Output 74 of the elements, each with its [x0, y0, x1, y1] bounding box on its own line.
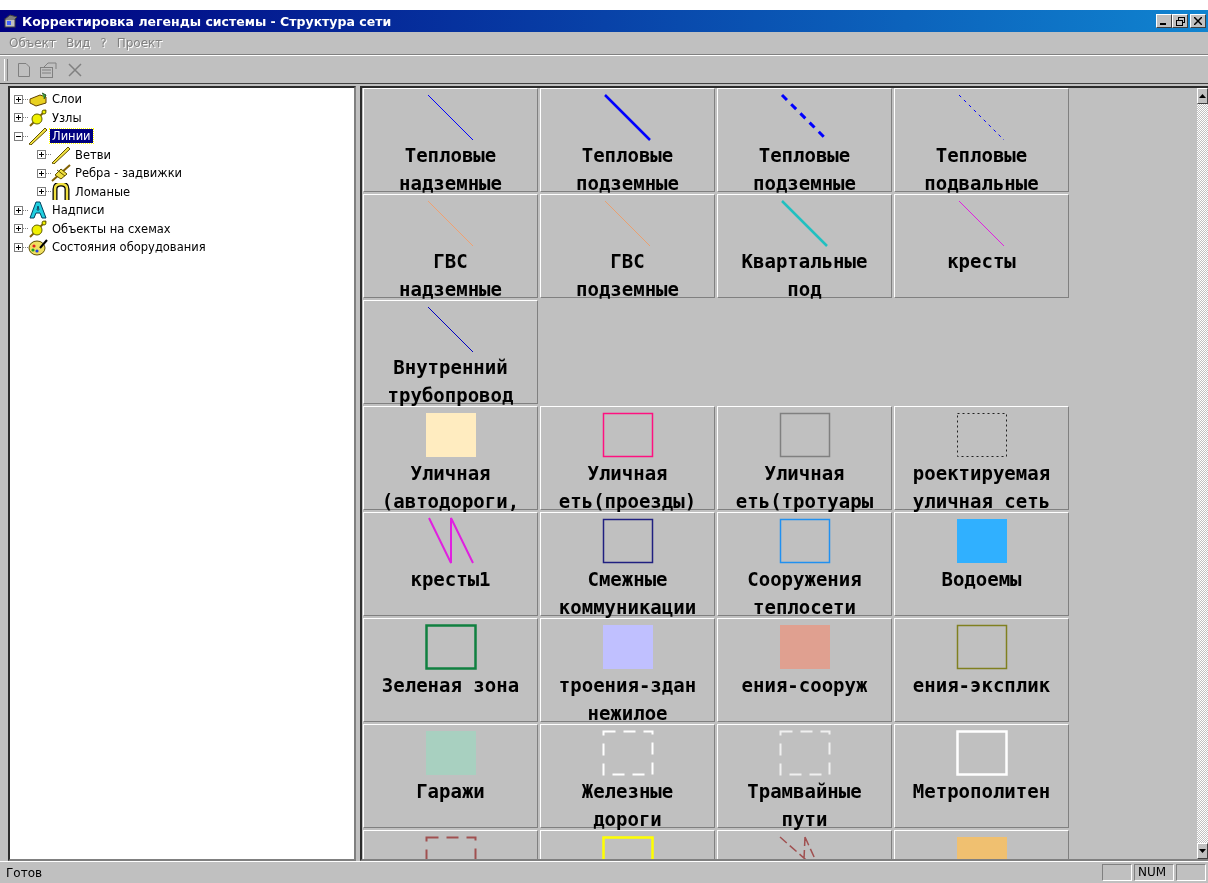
- legend-label: ения-сооруж: [741, 673, 868, 698]
- legend-tile[interactable]: Тепловые надземные: [363, 88, 538, 192]
- status-text: Готов: [6, 865, 44, 880]
- expand-toggle[interactable]: [14, 205, 23, 215]
- expand-toggle[interactable]: [14, 113, 23, 123]
- scroll-down-icon: [1199, 849, 1206, 853]
- close-icon: [1194, 17, 1202, 25]
- legend-tile[interactable]: Внутренний трубопровод: [363, 300, 538, 404]
- legend-label: кресты1: [410, 567, 491, 592]
- legend-tile[interactable]: ения-эксплик: [894, 618, 1069, 722]
- restore-button[interactable]: [1172, 14, 1188, 28]
- status-pane: [1176, 864, 1206, 881]
- pencil-icon: [51, 145, 71, 164]
- legend-tile[interactable]: Квартальные под: [717, 194, 892, 298]
- tree-item[interactable]: Состояния оборудования: [50, 240, 208, 255]
- legend-tile[interactable]: Смежные коммуникации: [540, 512, 715, 616]
- scroll-up-icon: [1199, 94, 1206, 98]
- vertical-scrollbar[interactable]: [1197, 88, 1208, 859]
- tree-item[interactable]: Линии: [50, 129, 93, 144]
- arch-icon: [51, 182, 71, 201]
- window-title: Корректировка легенды системы - Структура сети: [22, 13, 392, 29]
- node-icon: [28, 108, 48, 127]
- legend-tile[interactable]: ГВС подземные: [540, 194, 715, 298]
- expand-toggle[interactable]: [37, 150, 46, 160]
- legend-label: Водоемы: [941, 567, 1022, 592]
- legend-label: Зеленая зона: [381, 673, 520, 698]
- legend-tile[interactable]: Тепловые подземные: [540, 88, 715, 192]
- legend-label: Гаражи: [416, 779, 485, 804]
- tree-item[interactable]: Надписи: [50, 203, 107, 218]
- tree-item[interactable]: Слои: [50, 92, 84, 107]
- letter-a-icon: [28, 201, 48, 220]
- tree-item[interactable]: Объекты на схемах: [50, 221, 173, 236]
- legend-tile[interactable]: Метрополитен: [894, 724, 1069, 828]
- expand-toggle[interactable]: [14, 94, 23, 104]
- legend-tile[interactable]: Сооружения теплосети: [717, 512, 892, 616]
- legend-tile[interactable]: кресты: [894, 194, 1069, 298]
- legend-tile[interactable]: Трамвайные пути: [717, 724, 892, 828]
- legend-tile[interactable]: Тепловые подземные: [717, 88, 892, 192]
- legend-tile[interactable]: Железные дороги: [540, 724, 715, 828]
- restore-icon: [1175, 16, 1185, 26]
- expand-toggle[interactable]: [14, 242, 23, 252]
- legend-tile[interactable]: ГВС надземные: [363, 194, 538, 298]
- tree-item[interactable]: Ребра - задвижки: [73, 166, 185, 181]
- expand-toggle[interactable]: [14, 131, 23, 141]
- node-icon: [28, 219, 48, 238]
- app-icon: [4, 14, 18, 28]
- expand-toggle[interactable]: [37, 168, 46, 178]
- expand-toggle[interactable]: [14, 224, 23, 234]
- legend-tile[interactable]: Тепловые подвальные: [894, 88, 1069, 192]
- layers-icon: [28, 91, 48, 108]
- status-indicator: NUM: [1134, 864, 1174, 881]
- legend-tile[interactable]: троения-здан нежилое: [540, 618, 715, 722]
- close-button[interactable]: [1190, 14, 1206, 28]
- tree-item[interactable]: Узлы: [50, 110, 84, 125]
- legend-label: Метрополитен: [912, 779, 1051, 804]
- legend-tile[interactable]: Уличная (автодороги,: [363, 406, 538, 510]
- tree-item[interactable]: Ломаные: [73, 184, 133, 199]
- minimize-button[interactable]: [1156, 14, 1172, 28]
- legend-tile[interactable]: Водоемы: [894, 512, 1069, 616]
- status-pane: [1102, 864, 1132, 881]
- palette-icon: [28, 238, 48, 257]
- tree-item[interactable]: Ветви: [73, 147, 113, 162]
- legend-tile[interactable]: Уличная еть(тротуары: [717, 406, 892, 510]
- legend-tile[interactable]: Зеленая зона: [363, 618, 538, 722]
- valve-icon: [51, 164, 71, 183]
- legend-tile[interactable]: ения-сооруж: [717, 618, 892, 722]
- legend-tile[interactable]: кресты1: [363, 512, 538, 616]
- legend-tile[interactable]: Гаражи: [363, 724, 538, 828]
- pencil-icon: [28, 127, 48, 146]
- legend-tile[interactable]: роектируемая уличная сеть: [894, 406, 1069, 510]
- legend-label: ения-эксплик: [912, 673, 1051, 698]
- expand-toggle[interactable]: [37, 187, 46, 197]
- legend-label: кресты: [947, 249, 1016, 274]
- legend-tile[interactable]: Уличная еть(проезды): [540, 406, 715, 510]
